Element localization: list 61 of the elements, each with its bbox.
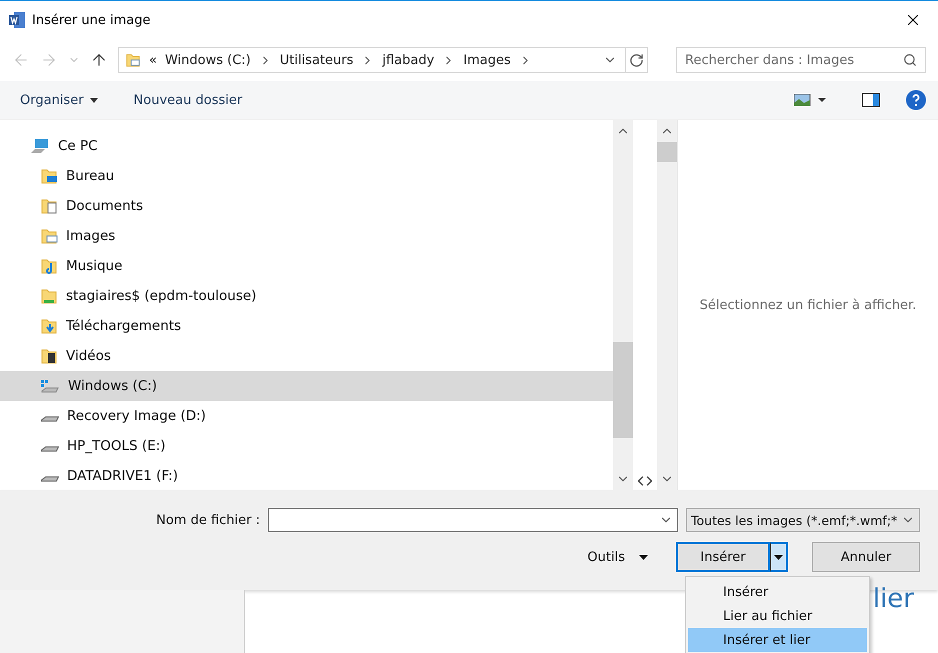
search-field[interactable]: Rechercher dans : Images bbox=[676, 47, 926, 73]
scrollbar[interactable] bbox=[613, 120, 633, 490]
breadcrumb-item[interactable]: Windows (C:) bbox=[164, 52, 251, 68]
breadcrumb-item[interactable]: jflabady bbox=[382, 52, 434, 68]
tree-item[interactable]: HP_TOOLS (E:) bbox=[0, 431, 613, 461]
tree-item[interactable]: DATADRIVE1 (F:) bbox=[0, 461, 613, 490]
view-icon[interactable] bbox=[794, 94, 826, 106]
drive-icon bbox=[40, 377, 60, 395]
folder-icon bbox=[40, 167, 58, 185]
help-icon[interactable] bbox=[906, 90, 926, 110]
folder-icon bbox=[40, 227, 58, 245]
preview-pane-icon[interactable] bbox=[862, 93, 880, 107]
tools-menu[interactable]: Outils bbox=[587, 550, 648, 564]
folder-icon bbox=[40, 197, 58, 215]
organize-menu[interactable]: Organiser bbox=[20, 92, 98, 108]
caret-icon bbox=[90, 98, 98, 102]
folder-icon bbox=[40, 317, 58, 335]
caret-icon bbox=[639, 554, 648, 560]
tree-item[interactable]: Documents bbox=[0, 191, 613, 221]
tree-item[interactable]: Musique bbox=[0, 251, 613, 281]
filename-field[interactable] bbox=[268, 508, 678, 532]
caret-icon bbox=[774, 554, 783, 560]
breadcrumb-overflow[interactable]: « bbox=[149, 52, 157, 68]
cancel-button[interactable]: Annuler bbox=[812, 542, 920, 572]
filename-label: Nom de fichier : bbox=[156, 512, 260, 528]
network-folder-icon bbox=[40, 287, 58, 305]
tree-item[interactable]: stagiaires$ (epdm-toulouse) bbox=[0, 281, 613, 311]
menu-item[interactable]: Insérer bbox=[688, 580, 867, 604]
address-bar[interactable]: « Windows (C:) Utilisateurs jflabady Images bbox=[118, 47, 648, 73]
preview-message: Sélectionnez un fichier à afficher. bbox=[700, 298, 916, 312]
folder-icon bbox=[125, 52, 141, 68]
scroll-thumb[interactable] bbox=[613, 342, 633, 438]
breadcrumb-item[interactable]: Images bbox=[463, 52, 511, 68]
window-title: Insérer une image bbox=[32, 12, 152, 28]
computer-icon bbox=[30, 137, 50, 155]
drive-icon bbox=[41, 476, 59, 482]
tree-item[interactable]: Windows (C:) bbox=[0, 371, 613, 401]
drive-icon bbox=[41, 446, 59, 452]
folder-icon bbox=[40, 347, 58, 365]
menu-item[interactable]: Insérer et lier bbox=[688, 628, 867, 652]
scrollbar[interactable] bbox=[657, 120, 677, 490]
menu-item[interactable]: Lier au fichier bbox=[688, 604, 867, 628]
document-heading: lier bbox=[872, 586, 914, 612]
scroll-thumb[interactable] bbox=[657, 142, 677, 162]
tree-item[interactable]: Recovery Image (D:) bbox=[0, 401, 613, 431]
new-folder-button[interactable]: Nouveau dossier bbox=[134, 92, 242, 108]
tree-item[interactable]: Images bbox=[0, 221, 613, 251]
file-type-dropdown[interactable]: Toutes les images (*.emf;*.wmf;* bbox=[686, 508, 920, 532]
breadcrumb-item[interactable]: Utilisateurs bbox=[280, 52, 354, 68]
insert-button[interactable]: Insérer bbox=[676, 542, 770, 572]
collapse-toggle-icon[interactable] bbox=[638, 476, 652, 486]
word-icon bbox=[8, 11, 26, 29]
tree-item[interactable]: Ce PC bbox=[0, 131, 613, 161]
search-icon bbox=[903, 53, 917, 67]
tree-item[interactable]: Téléchargements bbox=[0, 311, 613, 341]
tree-item[interactable]: Vidéos bbox=[0, 341, 613, 371]
folder-icon bbox=[40, 257, 58, 275]
refresh-icon[interactable] bbox=[629, 52, 644, 68]
tree-item[interactable]: Bureau bbox=[0, 161, 613, 191]
drive-icon bbox=[41, 416, 59, 422]
insert-options-button[interactable] bbox=[770, 542, 788, 572]
